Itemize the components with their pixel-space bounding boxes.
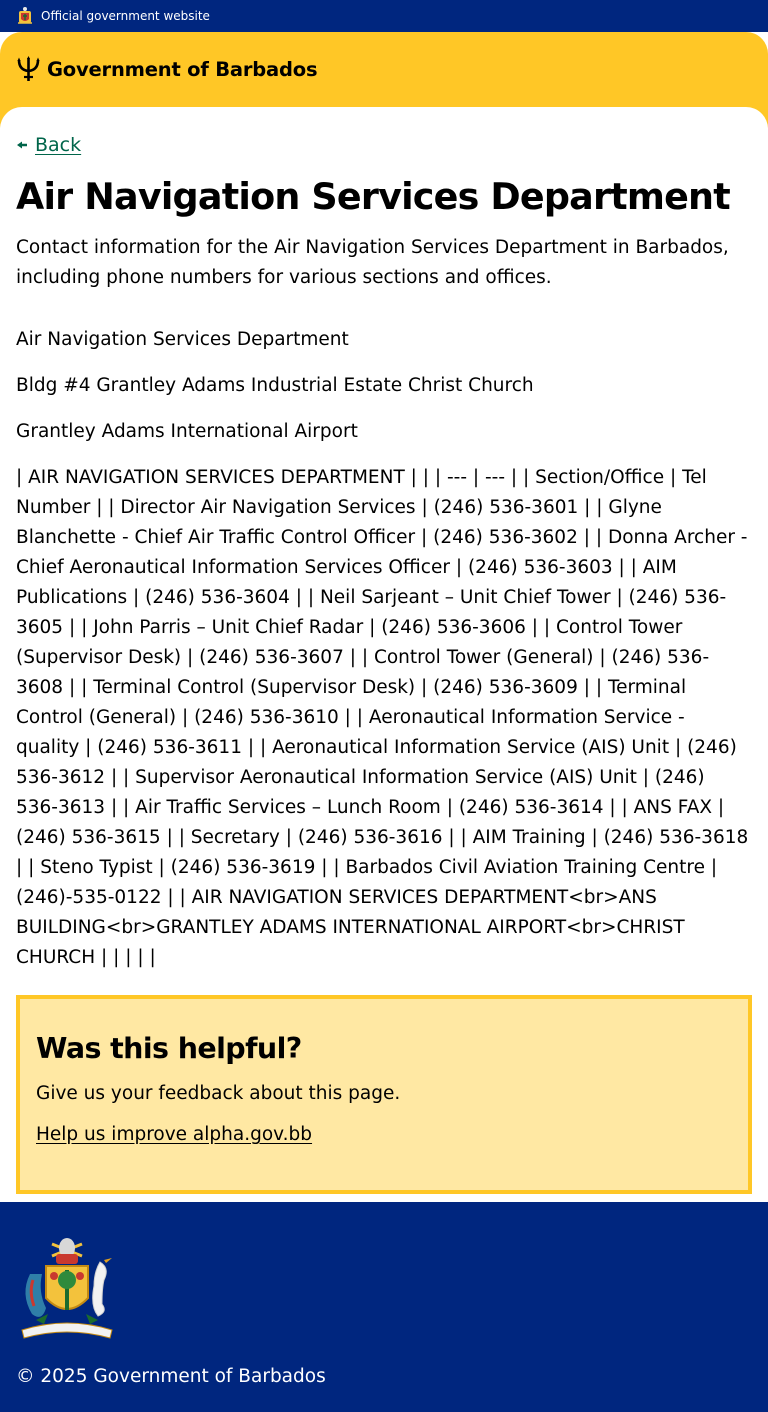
back-link-label: Back xyxy=(35,134,82,156)
feedback-text: Give us your feedback about this page. xyxy=(36,1083,401,1104)
department-name: Air Navigation Services Department xyxy=(16,329,349,350)
site-footer: © 2025 Government of Barbados xyxy=(0,1202,768,1412)
trident-icon xyxy=(17,56,40,81)
coat-of-arms-icon xyxy=(18,7,32,24)
official-website-label: Official government website xyxy=(41,9,210,23)
department-address: Bldg #4 Grantley Adams Industrial Estate… xyxy=(16,375,534,396)
arrow-left-icon xyxy=(17,141,27,149)
site-title: Government of Barbados xyxy=(47,58,318,81)
feedback-heading: Was this helpful? xyxy=(36,1032,302,1065)
page-description: Contact information for the Air Navigati… xyxy=(16,237,729,288)
home-link[interactable]: Government of Barbados xyxy=(16,56,318,83)
official-website-banner: Official government website xyxy=(0,0,768,32)
contact-table-text: | AIR NAVIGATION SERVICES DEPARTMENT | |… xyxy=(16,467,749,968)
back-link[interactable]: Back xyxy=(16,131,81,159)
feedback-panel: Was this helpful? Give us your feedback … xyxy=(16,995,752,1194)
department-location: Grantley Adams International Airport xyxy=(16,421,358,442)
feedback-link[interactable]: Help us improve alpha.gov.bb xyxy=(36,1124,312,1145)
copyright-text: © 2025 Government of Barbados xyxy=(16,1366,326,1387)
page-title: Air Navigation Services Department xyxy=(16,175,731,218)
coat-of-arms-icon xyxy=(21,1238,113,1339)
main-content: Back Air Navigation Services Department … xyxy=(0,107,768,973)
